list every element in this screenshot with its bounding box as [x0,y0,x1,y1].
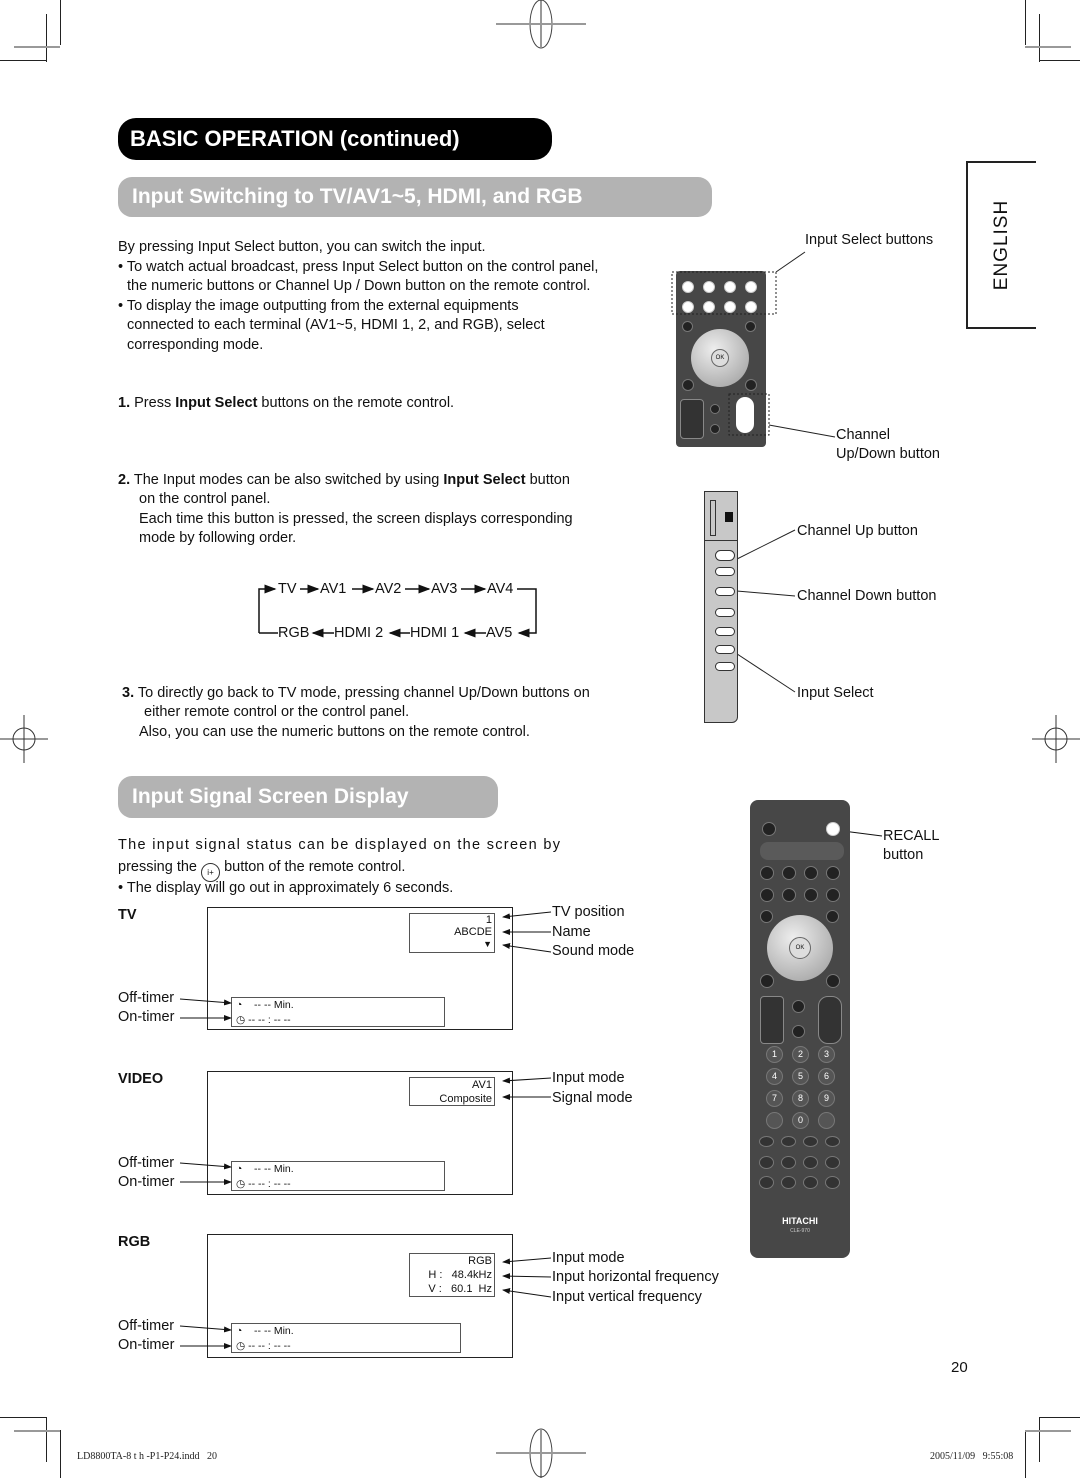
rgb-button[interactable] [826,888,840,902]
number-button[interactable]: 0 [792,1112,809,1129]
volume-rocker[interactable] [760,996,784,1044]
footer-timestamp: 2005/11/09 9:55:08 [930,1451,1014,1462]
av5-button[interactable] [760,888,774,902]
number-button[interactable]: 6 [818,1068,835,1085]
brand-logo: HITACHI [782,1216,818,1226]
ok-button[interactable]: OK [789,937,811,959]
hdmi1-button[interactable] [782,888,796,902]
footer-file: LD8800TA-8 t h -P1-P24.indd 20 [77,1451,218,1462]
return-button[interactable] [826,910,839,923]
av2-button[interactable] [782,866,796,880]
callout-recall: RECALL [883,828,940,844]
power-button[interactable] [762,822,776,836]
number-button[interactable]: 5 [792,1068,809,1085]
function-button[interactable] [803,1156,818,1169]
menu-button[interactable] [760,910,773,923]
color-button[interactable] [759,1136,774,1147]
number-button[interactable]: 8 [792,1090,809,1107]
channel-rocker[interactable] [818,996,842,1044]
function-button[interactable] [803,1176,818,1189]
dual-button[interactable] [792,1000,805,1013]
number-button[interactable]: 9 [818,1090,835,1107]
number-button[interactable]: 2 [792,1046,809,1063]
function-button[interactable] [825,1156,840,1169]
page-number: 20 [951,1359,968,1376]
device-selector [760,842,844,860]
av4-button[interactable] [826,866,840,880]
mute-button[interactable] [792,1025,805,1038]
model-number: CLE-970 [790,1228,810,1234]
color-button[interactable] [825,1136,840,1147]
function-button[interactable] [781,1176,796,1189]
number-button[interactable]: 4 [766,1068,783,1085]
number-button[interactable]: 1 [766,1046,783,1063]
av3-button[interactable] [804,866,818,880]
function-button[interactable] [825,1176,840,1189]
number-button[interactable]: 7 [766,1090,783,1107]
recall-button[interactable] [826,822,840,836]
number-button[interactable] [766,1112,783,1129]
av1-button[interactable] [760,866,774,880]
color-button[interactable] [781,1136,796,1147]
number-button[interactable] [818,1112,835,1129]
pmode-button[interactable] [826,974,840,988]
remote-control-full: OK 123 456 7890 HITACHI CLE-970 [750,800,850,1258]
smode-button[interactable] [760,974,774,988]
function-button[interactable] [781,1156,796,1169]
color-button[interactable] [803,1136,818,1147]
display-callout-arrows [179,830,883,1349]
hdmi2-button[interactable] [804,888,818,902]
function-button[interactable] [759,1156,774,1169]
function-button[interactable] [759,1176,774,1189]
number-button[interactable]: 3 [818,1046,835,1063]
callout-recall-2: button [883,847,924,863]
